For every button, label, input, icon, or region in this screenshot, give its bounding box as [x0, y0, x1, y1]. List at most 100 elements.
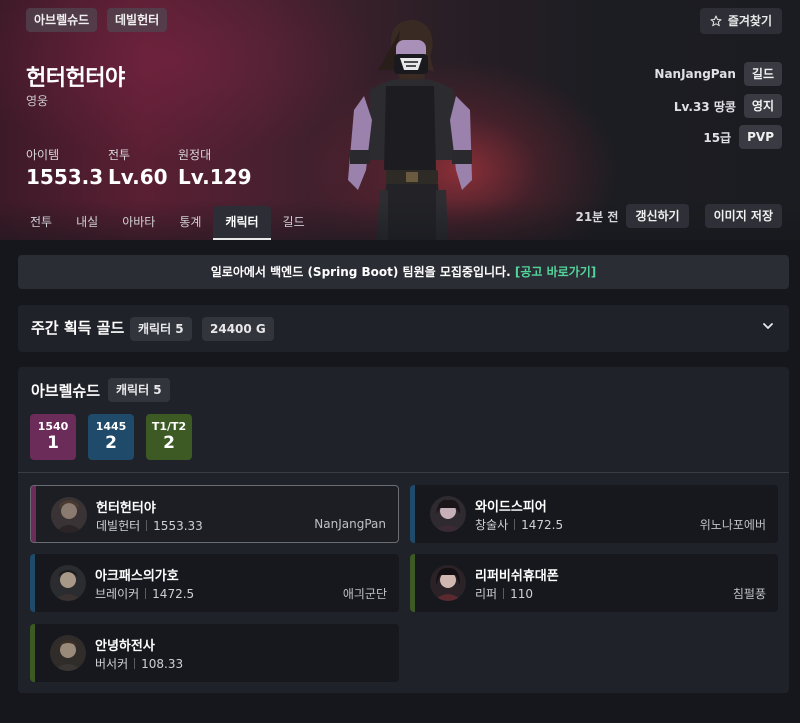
save-image-button[interactable]: 이미지 저장	[704, 204, 782, 228]
separator	[514, 519, 516, 530]
favorite-label: 즐겨찾기	[727, 14, 772, 28]
character-title: 영웅	[26, 94, 49, 108]
stat-value: Lv.60	[108, 165, 168, 189]
character-item-level: 110	[510, 586, 533, 601]
character-info: 데빌헌터 1553.33	[96, 517, 203, 534]
separator	[145, 588, 147, 599]
character-avatar	[50, 565, 86, 601]
level-group-1540[interactable]: 1540 1	[30, 414, 76, 460]
level-group-label: 1445	[95, 420, 127, 433]
tab-characters[interactable]: 캐릭터	[213, 206, 271, 240]
gold-character-count: 캐릭터 5	[130, 317, 192, 341]
separator	[146, 520, 148, 531]
character-item-level: 1472.5	[521, 517, 564, 532]
update-controls: 21분 전 갱신하기 이미지 저장	[575, 204, 782, 228]
last-updated: 21분 전	[575, 209, 619, 224]
pvp-rank: 15급	[703, 130, 732, 145]
stat-combat-level: 전투 Lv.60	[108, 146, 168, 189]
pvp-info: 15급 PVP	[703, 125, 782, 149]
pvp-button[interactable]: PVP	[739, 125, 782, 149]
character-name: 와이드스피어	[475, 500, 547, 515]
weekly-gold-panel[interactable]: 주간 획득 골드 캐릭터 5 24400 G	[18, 305, 789, 352]
character-name: 리퍼비쉬휴대폰	[475, 569, 559, 584]
server-tag[interactable]: 아브렐슈드	[26, 8, 98, 32]
stat-item-level: 아이템 1553.3	[26, 146, 103, 189]
tab-stats[interactable]: 통계	[167, 206, 213, 240]
guild-name: NanJangPan	[654, 67, 736, 81]
recruit-banner: 일로아에서 백엔드 (Spring Boot) 팀원을 모집중입니다. [공고 …	[18, 255, 789, 289]
chevron-down-icon[interactable]	[763, 321, 773, 331]
character-class: 버서커	[95, 657, 129, 671]
separator	[134, 658, 136, 669]
character-info: 리퍼 110	[475, 585, 533, 602]
character-card[interactable]: 아크패스의가호 브레이커 1472.5 애긔군단	[30, 554, 399, 612]
character-name: 아크패스의가호	[95, 569, 179, 584]
character-name: 헌터헌터야	[26, 66, 125, 91]
character-card[interactable]: 안녕하전사 버서커 108.33	[30, 624, 399, 682]
level-group-1445[interactable]: 1445 2	[88, 414, 134, 460]
character-guild: NanJangPan	[314, 517, 386, 531]
refresh-button[interactable]: 갱신하기	[626, 204, 689, 228]
character-card[interactable]: 헌터헌터야 데빌헌터 1553.33 NanJangPan	[30, 485, 399, 543]
tab-internal[interactable]: 내실	[64, 206, 110, 240]
favorite-button[interactable]: 즐겨찾기	[699, 8, 782, 34]
character-name: 안녕하전사	[95, 639, 155, 654]
stat-label: 아이템	[26, 148, 60, 162]
level-group-count: 2	[105, 433, 117, 453]
weekly-gold-title: 주간 획득 골드	[31, 319, 125, 337]
server-character-count: 캐릭터 5	[108, 378, 170, 402]
character-card[interactable]: 와이드스피어 창술사 1472.5 위노나포에버	[410, 485, 778, 543]
character-class: 데빌헌터	[96, 519, 141, 533]
estate-name: Lv.33 땅콩	[673, 99, 736, 114]
level-group-count: 2	[163, 433, 175, 453]
level-group-label: 1540	[37, 420, 69, 433]
server-name: 아브렐슈드	[31, 382, 101, 400]
level-bar	[31, 486, 36, 542]
star-icon	[710, 15, 722, 27]
separator	[503, 588, 505, 599]
estate-button[interactable]: 영지	[743, 94, 782, 118]
tab-guild[interactable]: 길드	[271, 206, 317, 240]
banner-text: 일로아에서 백엔드 (Spring Boot) 팀원을 모집중입니다.	[210, 265, 511, 279]
stat-value: Lv.129	[178, 165, 252, 189]
tab-combat[interactable]: 전투	[18, 206, 64, 240]
guild-button[interactable]: 길드	[743, 62, 782, 86]
character-item-level: 1553.33	[153, 518, 203, 533]
level-group-count: 1	[47, 433, 59, 453]
stat-label: 전투	[108, 148, 131, 162]
server-character-panel: 아브렐슈드 캐릭터 5 1540 1 1445 2 T1/T2 2 헌터헌터야 …	[18, 367, 789, 693]
level-bar	[410, 485, 415, 543]
level-group-t1t2[interactable]: T1/T2 2	[146, 414, 192, 460]
estate-info: Lv.33 땅콩 영지	[674, 94, 782, 118]
character-card[interactable]: 리퍼비쉬휴대폰 리퍼 110 침펄풍	[410, 554, 778, 612]
level-group-label: T1/T2	[151, 420, 187, 433]
guild-info: NanJangPan 길드	[654, 62, 782, 86]
class-tag[interactable]: 데빌헌터	[107, 8, 168, 32]
tab-avatar[interactable]: 아바타	[110, 206, 167, 240]
character-avatar	[430, 565, 466, 601]
character-avatar	[50, 635, 86, 671]
stat-label: 원정대	[178, 148, 212, 162]
character-info: 버서커 108.33	[95, 655, 183, 672]
level-bar	[30, 554, 35, 612]
level-bar	[410, 554, 415, 612]
character-guild: 애긔군단	[342, 587, 387, 601]
stat-expedition-level: 원정대 Lv.129	[178, 146, 252, 189]
character-guild: 침펄풍	[732, 587, 766, 601]
character-class: 리퍼	[475, 587, 498, 601]
banner-link[interactable]: [공고 바로가기]	[515, 265, 596, 279]
character-guild: 위노나포에버	[699, 518, 766, 532]
character-name: 헌터헌터야	[96, 501, 156, 516]
level-bar	[30, 624, 35, 682]
divider	[18, 472, 789, 473]
character-info: 창술사 1472.5	[475, 516, 563, 533]
character-item-level: 108.33	[141, 656, 184, 671]
gold-total: 24400 G	[202, 317, 274, 341]
tab-bar: 전투 내실 아바타 통계 캐릭터 길드	[18, 206, 317, 240]
character-item-level: 1472.5	[152, 586, 195, 601]
character-class: 창술사	[475, 518, 509, 532]
character-class: 브레이커	[95, 587, 140, 601]
character-info: 브레이커 1472.5	[95, 585, 194, 602]
stat-value: 1553.3	[26, 165, 104, 189]
character-avatar	[51, 497, 87, 533]
